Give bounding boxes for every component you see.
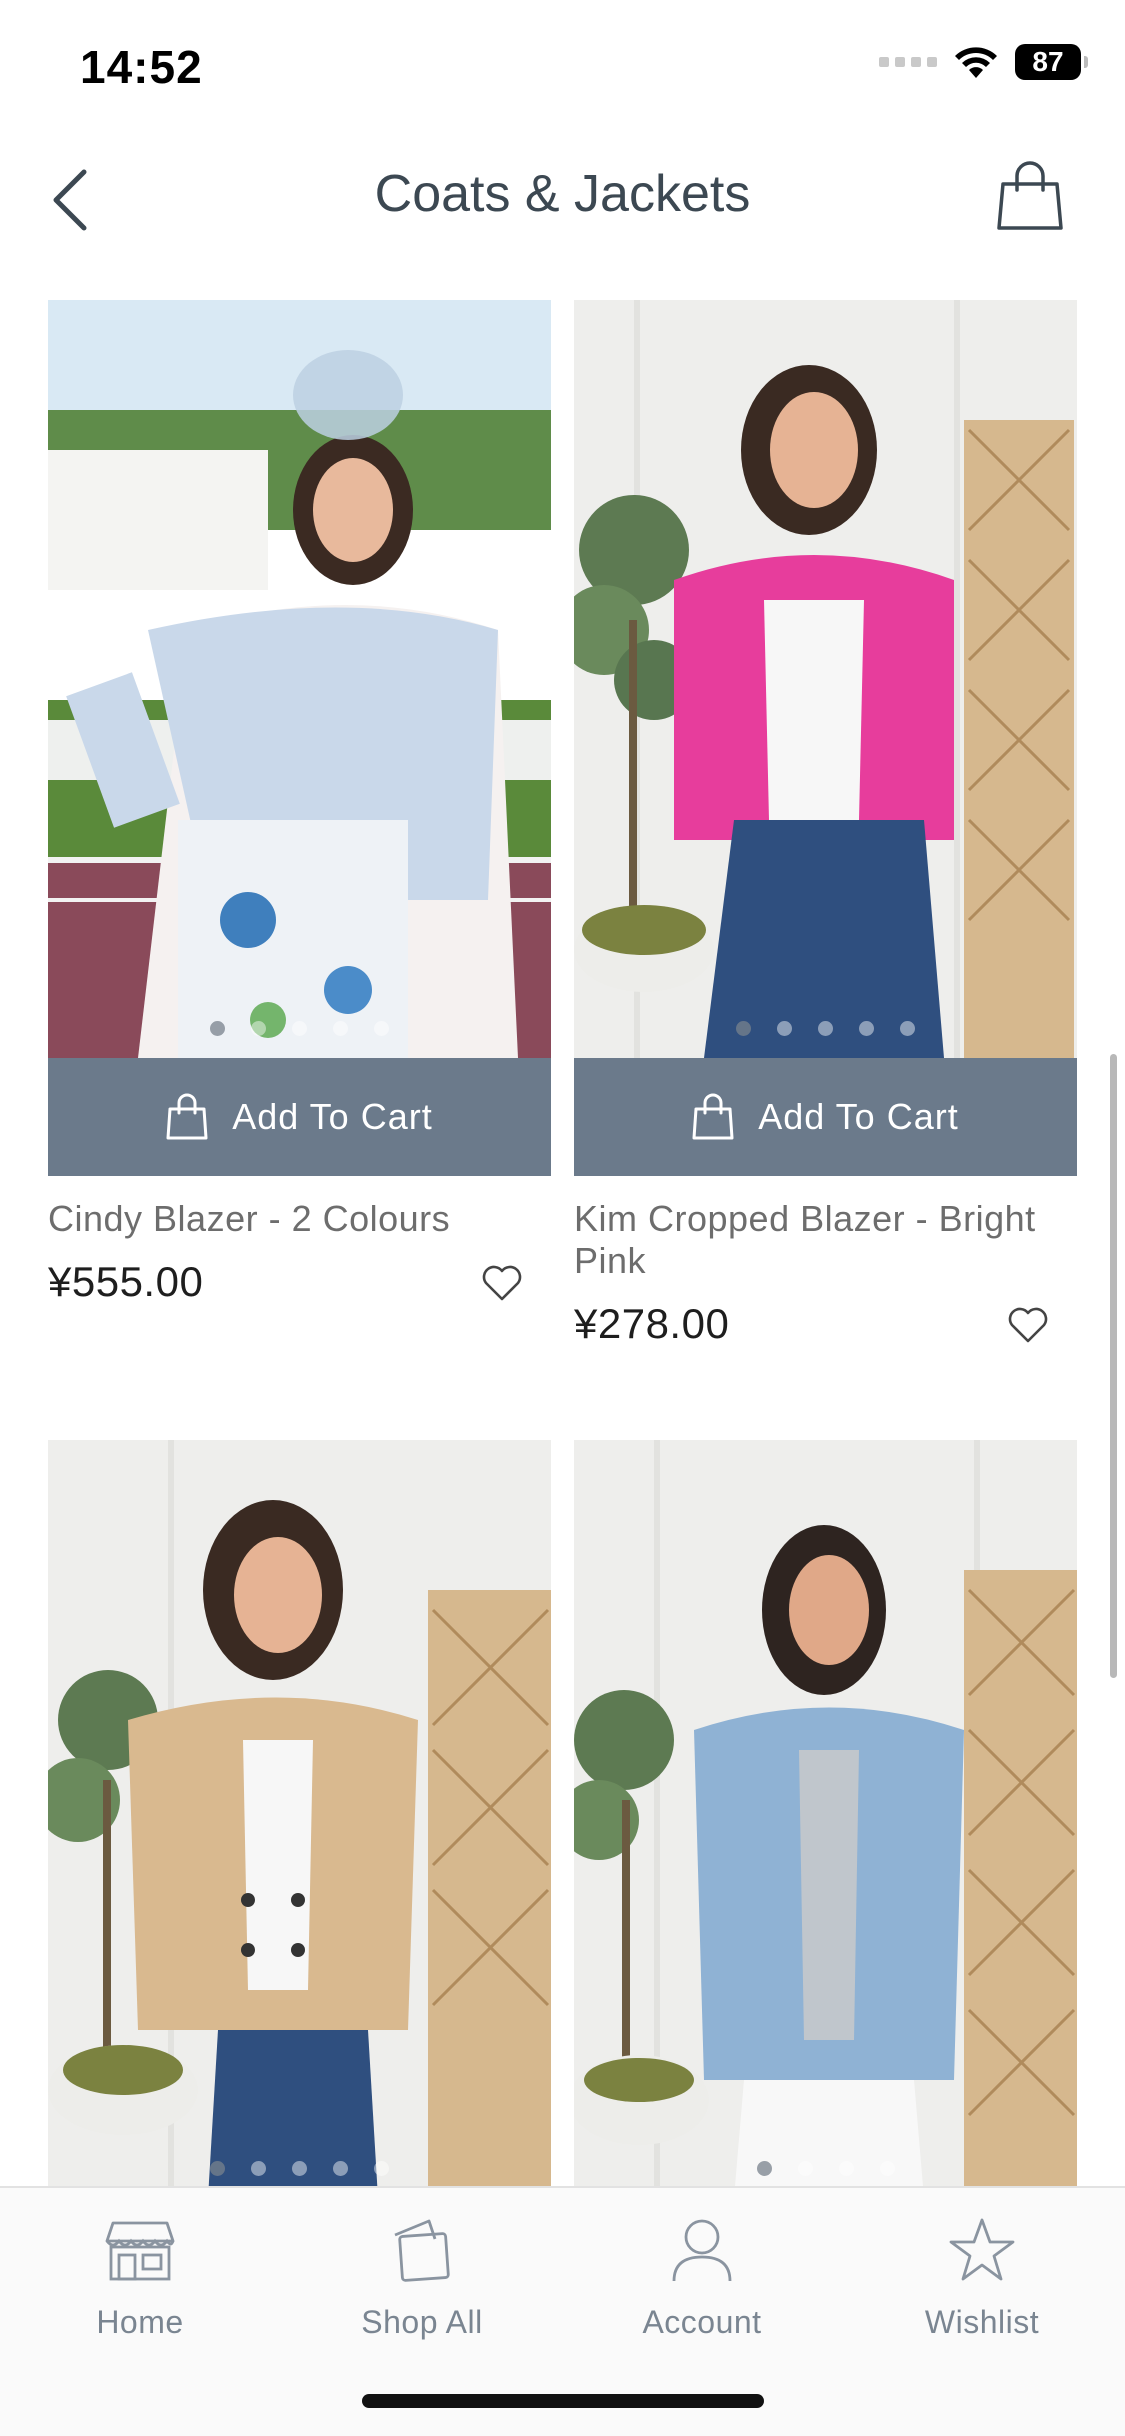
product-price: ¥555.00 bbox=[48, 1258, 204, 1305]
image-carousel-dots[interactable] bbox=[574, 2161, 1077, 2176]
product-name[interactable]: Cindy Blazer - 2 Colours bbox=[48, 1198, 551, 1240]
product-image[interactable] bbox=[48, 300, 551, 1058]
tab-label: Wishlist bbox=[924, 2304, 1040, 2340]
wishlist-button[interactable] bbox=[477, 1258, 527, 1308]
image-carousel-dots[interactable] bbox=[48, 2161, 551, 2176]
product-photo bbox=[574, 1440, 1077, 2198]
product-price: ¥278.00 bbox=[574, 1300, 730, 1347]
tab-home[interactable]: Home bbox=[40, 2210, 240, 2341]
wishlist-button[interactable] bbox=[1003, 1300, 1053, 1350]
cellular-signal-icon bbox=[879, 57, 937, 67]
add-to-cart-button[interactable]: Add To Cart bbox=[48, 1058, 551, 1176]
price-row: ¥278.00 bbox=[574, 1300, 1077, 1360]
tab-label: Account bbox=[642, 2304, 762, 2340]
tab-shop-all[interactable]: Shop All bbox=[322, 2210, 522, 2341]
product-card[interactable] bbox=[574, 1440, 1077, 2198]
product-image[interactable] bbox=[48, 1440, 551, 2198]
product-card[interactable] bbox=[48, 1440, 551, 2198]
product-photo bbox=[48, 1440, 551, 2198]
battery-icon: 87 bbox=[1015, 44, 1088, 80]
tab-wishlist[interactable]: Wishlist bbox=[882, 2210, 1082, 2341]
add-to-cart-button[interactable]: Add To Cart bbox=[574, 1058, 1077, 1176]
status-icons: 87 bbox=[879, 44, 1088, 80]
shopping-bag-icon bbox=[997, 161, 1063, 230]
scrollbar[interactable] bbox=[1110, 1054, 1117, 1678]
product-photo bbox=[574, 300, 1077, 1058]
product-name[interactable]: Kim Cropped Blazer - Bright Pink bbox=[574, 1198, 1077, 1282]
header: Coats & Jackets bbox=[0, 150, 1125, 250]
price-row: ¥555.00 bbox=[48, 1258, 551, 1318]
tab-label: Shop All bbox=[361, 2304, 483, 2340]
product-card[interactable]: Add To Cart Kim Cropped Blazer - Bright … bbox=[574, 300, 1077, 1360]
home-indicator[interactable] bbox=[362, 2394, 764, 2408]
store-icon bbox=[105, 2221, 175, 2281]
image-carousel-dots[interactable] bbox=[574, 1021, 1077, 1036]
product-image[interactable] bbox=[574, 1440, 1077, 2198]
heart-icon bbox=[1008, 1307, 1048, 1343]
product-image[interactable] bbox=[574, 300, 1077, 1058]
heart-icon bbox=[482, 1265, 522, 1301]
image-carousel-dots[interactable] bbox=[48, 1021, 551, 1036]
star-icon bbox=[949, 2218, 1015, 2281]
product-photo bbox=[48, 300, 551, 1058]
tab-account[interactable]: Account bbox=[602, 2210, 802, 2341]
add-to-cart-label: Add To Cart bbox=[232, 1096, 433, 1137]
shopping-bag-icon bbox=[394, 2219, 450, 2282]
shopping-bag-icon bbox=[692, 1093, 734, 1140]
wifi-icon bbox=[955, 47, 997, 78]
status-time: 14:52 bbox=[80, 41, 203, 93]
status-bar: 14:52 87 bbox=[0, 0, 1125, 140]
page-title: Coats & Jackets bbox=[374, 165, 751, 223]
tab-label: Home bbox=[96, 2304, 184, 2340]
cart-button[interactable] bbox=[995, 156, 1065, 236]
product-card[interactable]: Add To Cart Cindy Blazer - 2 Colours ¥55… bbox=[48, 300, 551, 1318]
user-icon bbox=[672, 2219, 732, 2282]
shopping-bag-icon bbox=[166, 1093, 208, 1140]
add-to-cart-label: Add To Cart bbox=[758, 1096, 959, 1137]
